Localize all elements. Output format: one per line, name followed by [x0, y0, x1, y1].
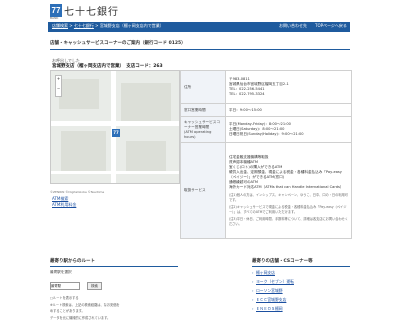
site-header: 77 BANK 七十七銀行 [0, 0, 400, 22]
nearby-link[interactable]: 榴ヶ岡支店 [252, 270, 350, 276]
service-note: (注3)平日・休日、ご利用時間、手数料等について、詳細は各支店にお問い合わせくだ… [229, 217, 348, 227]
nearby-panel: 最寄りの店舗・CSコーナー等 榴ヶ岡支店 ヨーク（セブン）運転 ローソン宮城野 … [252, 258, 350, 312]
store-name: 宮城野支店（榴ヶ岡支店内で営業） 支店コード：263 [52, 63, 163, 69]
nearby-title: 最寄りの店舗・CSコーナー等 [252, 258, 350, 267]
service-note: (注2)キャッシュサービスで現金による税金・各種料金払込み「Pay-easy（ペ… [229, 205, 348, 215]
breadcrumb-current: 宮城野支店（榴ヶ岡支店内で営業） [100, 23, 164, 28]
page-title: 店舗・キャッシュサービスコーナーのご案内（銀行コード 0125） [50, 40, 186, 46]
contact-link[interactable]: お問い合わせ先 [279, 23, 307, 29]
hours-value: 平日：9:00～15:00 [226, 104, 352, 117]
top-page-link[interactable]: TOPページへ戻る [315, 23, 347, 29]
map-credit: ©ZENRIN ©DigitalGlobe ©Navitime [50, 190, 104, 194]
store-map[interactable]: +− 77 [50, 70, 180, 184]
route-title: 最寄り駅からのルート [50, 258, 178, 267]
address-label: 住所 [181, 71, 226, 104]
address-value: 〒983-0811 宮城県仙台市宮城野区榴岡五丁目2-1 TEL：022-256… [226, 71, 352, 104]
breadcrumb-link-store-search[interactable]: 店舗検索 [52, 23, 68, 28]
bank-logo-sub: BANK [50, 16, 58, 20]
nearby-link[interactable]: ローソン宮城野 [252, 288, 350, 294]
atm-hours-value: 平日(Monday-Friday)：8:00～21:00 土曜日(Saturda… [226, 117, 352, 143]
atm-hours-label: キャッシュサービスコーナー営業時間 (ATM operating hours) [181, 117, 226, 143]
nearby-link[interactable]: ヨーク（セブン）運転 [252, 279, 350, 285]
route-note: データを元に機械的に作成されています。 [50, 316, 178, 320]
hours-label: 窓口営業時間 [181, 104, 226, 117]
title-divider [50, 49, 350, 50]
route-search-button[interactable]: 検索 [87, 282, 102, 290]
breadcrumb: 店舗検索 > 七十七銀行 > 宮城野支店（榴ヶ岡支店内で営業） [52, 23, 164, 29]
bank-name[interactable]: 七十七銀行 [64, 3, 119, 18]
route-note: ※ルート検索は、上記の検索経路は、なお安価を [50, 303, 178, 308]
atm-hours-sunday: 日曜日祝日(Sunday/Holiday)：9:00～21:00 [229, 132, 348, 137]
map-pin-icon[interactable]: 77 [112, 129, 120, 137]
service-value: 住宅金融支援機構等取扱 資声認本機種ATM 宝くじ(ロト)の購入ができるATM … [226, 143, 352, 239]
route-note: めすることがあります。 [50, 309, 178, 314]
zoom-control[interactable]: +− [55, 75, 62, 97]
store-info-table: 住所 〒983-0811 宮城県仙台市宮城野区榴岡五丁目2-1 TEL：022-… [180, 70, 352, 239]
service-note: (注1)個人の方は、インシップス、キャンペーン、ゆうこ、日中、口の・日の利用可で… [229, 193, 348, 203]
breadcrumb-link-bank[interactable]: 七十七銀行 [74, 23, 94, 28]
station-select[interactable]: 最寄駅 [50, 282, 80, 290]
service-item: 海外カード対応ATM（ATMs that can Handle Internat… [229, 185, 348, 190]
service-label: 取扱サービス [181, 143, 226, 239]
nearby-link[interactable]: ＥＮＥＯＳ榴岡 [252, 306, 350, 312]
service-item: 硬貨入出金、定期預金、現金による税金・各種料金払込み「Pay-easy（ペイジー… [229, 170, 348, 180]
nearby-link[interactable]: ＥＣＣ宮城野支店 [252, 297, 350, 303]
atm-fee-link[interactable]: ATM利用料金 [52, 202, 76, 208]
route-panel: 最寄り駅からのルート 最寄駅を選択 最寄駅 検索 □ルートを表示する ※ルート検… [50, 258, 178, 320]
